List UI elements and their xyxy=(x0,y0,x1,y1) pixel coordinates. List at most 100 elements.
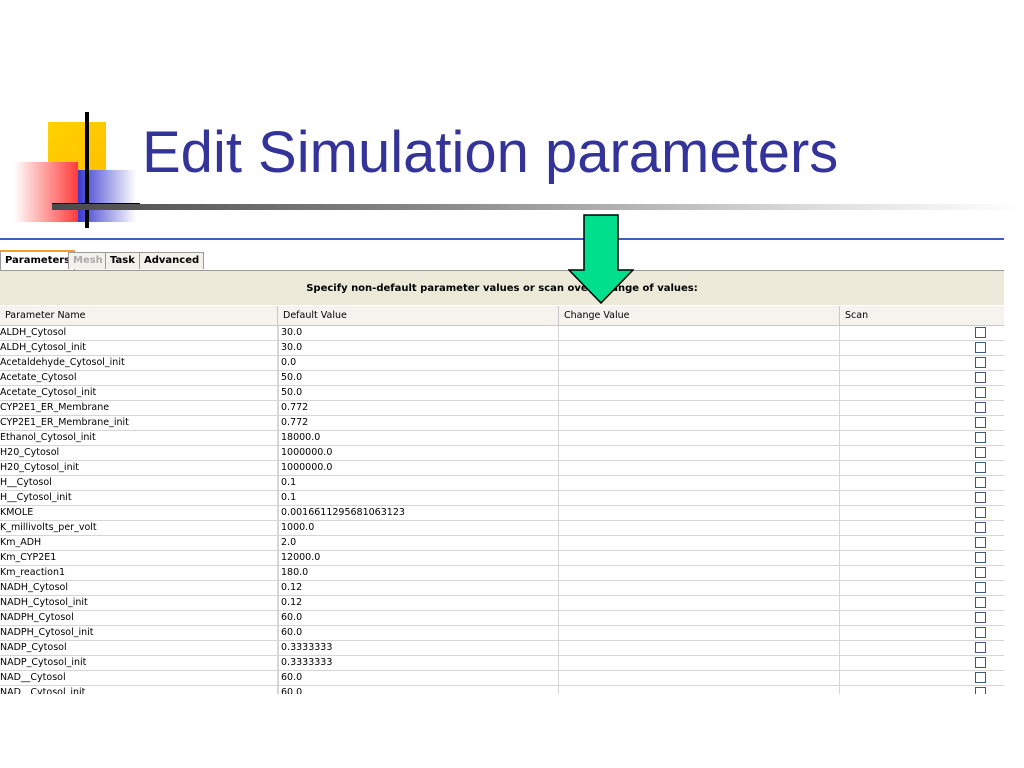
parameter-name-cell: Km_CYP2E1 xyxy=(0,551,278,565)
scan-checkbox[interactable] xyxy=(975,657,986,668)
scan-checkbox[interactable] xyxy=(975,462,986,473)
parameter-name-cell: NADP_Cytosol xyxy=(0,641,278,655)
default-value-cell: 12000.0 xyxy=(278,551,559,565)
change-value-cell[interactable] xyxy=(559,551,840,565)
scan-checkbox[interactable] xyxy=(975,582,986,593)
scan-checkbox[interactable] xyxy=(975,477,986,488)
change-value-cell[interactable] xyxy=(559,611,840,625)
table-row[interactable]: H__Cytosol 0.1 xyxy=(0,476,1004,491)
default-value-cell: 1000.0 xyxy=(278,521,559,535)
table-row[interactable]: Km_ADH 2.0 xyxy=(0,536,1004,551)
scan-checkbox[interactable] xyxy=(975,672,986,683)
change-value-cell[interactable] xyxy=(559,506,840,520)
change-value-cell[interactable] xyxy=(559,536,840,550)
table-row[interactable]: NADPH_Cytosol_init 60.0 xyxy=(0,626,1004,641)
scan-checkbox[interactable] xyxy=(975,357,986,368)
default-value-cell: 0.772 xyxy=(278,401,559,415)
change-value-cell[interactable] xyxy=(559,626,840,640)
tab-task[interactable]: Task xyxy=(105,252,140,269)
scan-checkbox[interactable] xyxy=(975,627,986,638)
column-header-scan[interactable]: Scan xyxy=(840,306,1004,325)
default-value-cell: 60.0 xyxy=(278,671,559,685)
change-value-cell[interactable] xyxy=(559,401,840,415)
change-value-cell[interactable] xyxy=(559,371,840,385)
change-value-cell[interactable] xyxy=(559,671,840,685)
down-arrow-icon xyxy=(568,214,634,304)
table-row[interactable]: NAD__Cytosol 60.0 xyxy=(0,671,1004,686)
scan-checkbox[interactable] xyxy=(975,522,986,533)
change-value-cell[interactable] xyxy=(559,341,840,355)
scan-checkbox[interactable] xyxy=(975,552,986,563)
parameter-name-cell: H20_Cytosol xyxy=(0,446,278,460)
table-row[interactable]: CYP2E1_ER_Membrane_init 0.772 xyxy=(0,416,1004,431)
scan-checkbox[interactable] xyxy=(975,417,986,428)
parameter-name-cell: Acetate_Cytosol xyxy=(0,371,278,385)
change-value-cell[interactable] xyxy=(559,446,840,460)
scan-checkbox[interactable] xyxy=(975,327,986,338)
scan-checkbox[interactable] xyxy=(975,597,986,608)
scan-checkbox[interactable] xyxy=(975,447,986,458)
table-row[interactable]: Ethanol_Cytosol_init 18000.0 xyxy=(0,431,1004,446)
change-value-cell[interactable] xyxy=(559,386,840,400)
change-value-cell[interactable] xyxy=(559,596,840,610)
tab-advanced[interactable]: Advanced xyxy=(139,252,205,269)
scan-checkbox[interactable] xyxy=(975,507,986,518)
table-row[interactable]: NADP_Cytosol_init 0.3333333 xyxy=(0,656,1004,671)
change-value-cell[interactable] xyxy=(559,461,840,475)
table-row[interactable]: K_millivolts_per_volt 1000.0 xyxy=(0,521,1004,536)
change-value-cell[interactable] xyxy=(559,566,840,580)
scan-checkbox[interactable] xyxy=(975,372,986,383)
table-row[interactable]: ALDH_Cytosol_init 30.0 xyxy=(0,341,1004,356)
scan-checkbox[interactable] xyxy=(975,687,986,694)
change-value-cell[interactable] xyxy=(559,491,840,505)
change-value-cell[interactable] xyxy=(559,416,840,430)
table-row[interactable]: Km_CYP2E1 12000.0 xyxy=(0,551,1004,566)
change-value-cell[interactable] xyxy=(559,656,840,670)
default-value-cell: 60.0 xyxy=(278,686,559,694)
parameter-name-cell: Km_ADH xyxy=(0,536,278,550)
scan-checkbox[interactable] xyxy=(975,342,986,353)
table-row[interactable]: Acetate_Cytosol_init 50.0 xyxy=(0,386,1004,401)
table-row[interactable]: NADH_Cytosol 0.12 xyxy=(0,581,1004,596)
column-header-change-value[interactable]: Change Value xyxy=(559,306,840,325)
table-row[interactable]: Acetaldehyde_Cytosol_init 0.0 xyxy=(0,356,1004,371)
scan-checkbox[interactable] xyxy=(975,402,986,413)
change-value-cell[interactable] xyxy=(559,431,840,445)
table-row[interactable]: NADH_Cytosol_init 0.12 xyxy=(0,596,1004,611)
table-row[interactable]: H__Cytosol_init 0.1 xyxy=(0,491,1004,506)
scan-cell xyxy=(840,596,1004,610)
tab-parameters[interactable]: Parameters xyxy=(0,250,76,270)
scan-checkbox[interactable] xyxy=(975,642,986,653)
default-value-cell: 0.3333333 xyxy=(278,641,559,655)
scan-cell xyxy=(840,611,1004,625)
table-row[interactable]: NAD__Cytosol_init 60.0 xyxy=(0,686,1004,694)
table-row[interactable]: Acetate_Cytosol 50.0 xyxy=(0,371,1004,386)
change-value-cell[interactable] xyxy=(559,686,840,694)
table-row[interactable]: CYP2E1_ER_Membrane 0.772 xyxy=(0,401,1004,416)
change-value-cell[interactable] xyxy=(559,581,840,595)
change-value-cell[interactable] xyxy=(559,521,840,535)
scan-checkbox[interactable] xyxy=(975,567,986,578)
scan-cell xyxy=(840,506,1004,520)
scan-checkbox[interactable] xyxy=(975,537,986,548)
scan-checkbox[interactable] xyxy=(975,612,986,623)
scan-checkbox[interactable] xyxy=(975,432,986,443)
change-value-cell[interactable] xyxy=(559,356,840,370)
table-row[interactable]: NADPH_Cytosol 60.0 xyxy=(0,611,1004,626)
scan-checkbox[interactable] xyxy=(975,492,986,503)
table-row[interactable]: Km_reaction1 180.0 xyxy=(0,566,1004,581)
default-value-cell: 60.0 xyxy=(278,626,559,640)
change-value-cell[interactable] xyxy=(559,641,840,655)
column-header-default-value[interactable]: Default Value xyxy=(278,306,559,325)
table-row[interactable]: H20_Cytosol_init 1000000.0 xyxy=(0,461,1004,476)
table-row[interactable]: H20_Cytosol 1000000.0 xyxy=(0,446,1004,461)
scan-cell xyxy=(840,581,1004,595)
table-row[interactable]: NADP_Cytosol 0.3333333 xyxy=(0,641,1004,656)
table-row[interactable]: KMOLE 0.0016611295681063123 xyxy=(0,506,1004,521)
change-value-cell[interactable] xyxy=(559,326,840,340)
table-row[interactable]: ALDH_Cytosol 30.0 xyxy=(0,326,1004,341)
scan-checkbox[interactable] xyxy=(975,387,986,398)
default-value-cell: 60.0 xyxy=(278,611,559,625)
change-value-cell[interactable] xyxy=(559,476,840,490)
column-header-parameter-name[interactable]: Parameter Name xyxy=(0,306,278,325)
